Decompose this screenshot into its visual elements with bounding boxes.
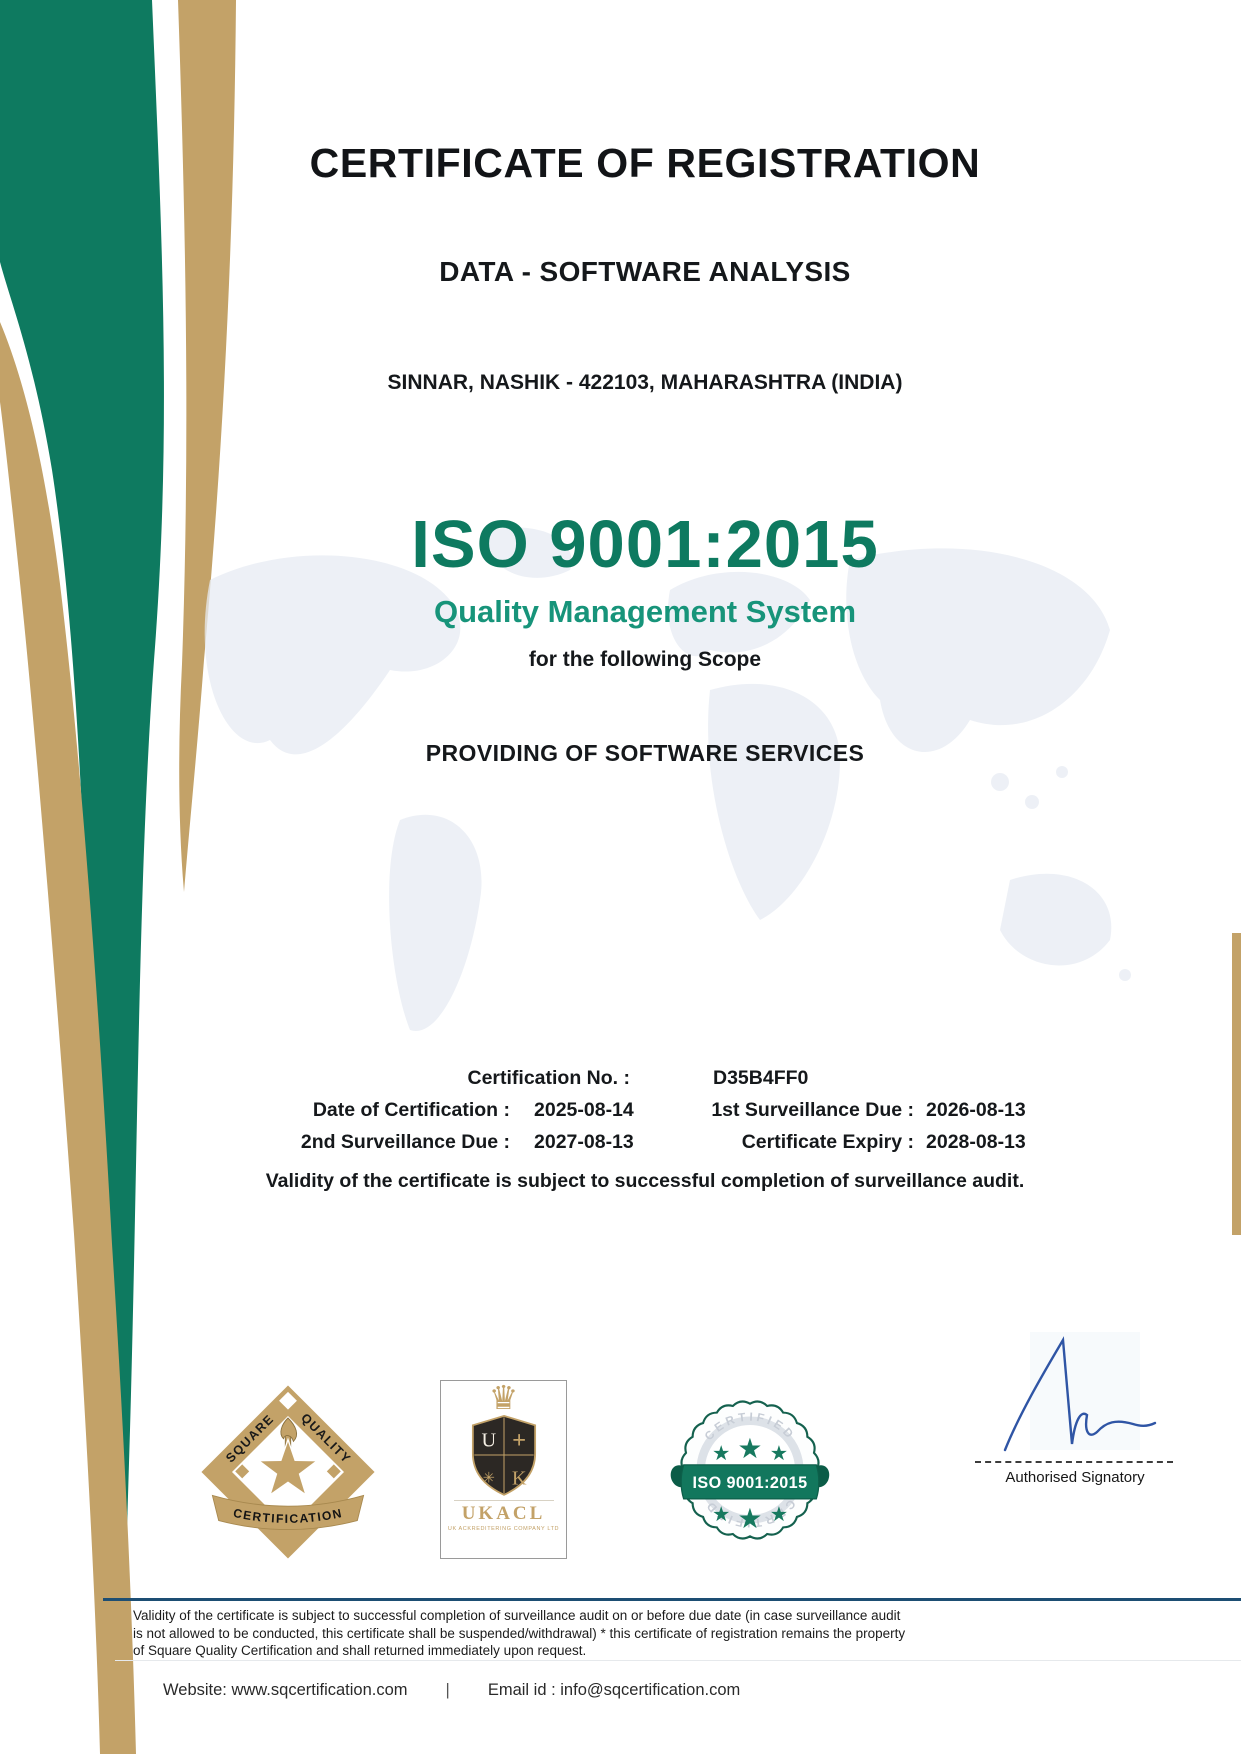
certificate-title: CERTIFICATE OF REGISTRATION [50, 140, 1240, 187]
svg-text:★: ★ [737, 1433, 762, 1464]
svg-text:★: ★ [712, 1443, 730, 1465]
standard-title: ISO 9001:2015 [50, 506, 1240, 583]
certificate-expiry-value: 2028-08-13 [926, 1131, 1026, 1154]
ukacl-divider [454, 1500, 554, 1501]
shield-letter-u: U [481, 1429, 496, 1451]
second-surveillance-value: 2027-08-13 [534, 1131, 684, 1154]
disclaimer-line-3: of Square Quality Certification and shal… [133, 1642, 905, 1660]
authorised-signatory-label: Authorised Signatory [975, 1469, 1175, 1486]
detail-row-certno: Certification No. : D35B4FF0 [225, 1067, 1045, 1090]
signature-block: Authorised Signatory [975, 1332, 1175, 1486]
cert-no-value: D35B4FF0 [630, 1067, 808, 1090]
second-surveillance-label: 2nd Surveillance Due : [225, 1131, 510, 1154]
certification-banner: CERTIFICATION [212, 1495, 363, 1529]
svg-text:★: ★ [737, 1503, 762, 1534]
signature-stroke [975, 1332, 1175, 1454]
detail-row-2: 2nd Surveillance Due : 2027-08-13 Certif… [225, 1131, 1045, 1154]
ukacl-name: UKACL [441, 1503, 566, 1525]
footer-separator [115, 1660, 1241, 1661]
company-address: SINNAR, NASHIK - 422103, MAHARASHTRA (IN… [50, 371, 1240, 395]
iso-seal-badge: CERTIFIED CERTIFIED ★ ★ ★ ★ ★ ★ ISO 9001… [665, 1385, 835, 1555]
date-of-certification-value: 2025-08-14 [534, 1099, 684, 1122]
svg-text:★: ★ [770, 1443, 788, 1465]
validity-note: Validity of the certificate is subject t… [50, 1170, 1240, 1193]
ukacl-subtitle: UK ACKREDITERING COMPANY LTD [441, 1526, 566, 1532]
crown-icon: ♛ [441, 1383, 566, 1413]
disclaimer-line-2: is not allowed to be conducted, this cer… [133, 1625, 905, 1643]
website-text: Website: www.sqcertification.com [163, 1681, 408, 1700]
certification-details: Certification No. : D35B4FF0 Date of Cer… [225, 1058, 1045, 1154]
email-text: Email id : info@sqcertification.com [488, 1681, 740, 1700]
disclaimer-line-1: Validity of the certificate is subject t… [133, 1607, 905, 1625]
footer-disclaimer: Validity of the certificate is subject t… [133, 1607, 905, 1660]
date-of-certification-label: Date of Certification : [225, 1099, 510, 1122]
square-quality-badge: SQUARE QUALITY CERTIFICATION [198, 1382, 378, 1562]
standard-subtitle: Quality Management System [50, 594, 1240, 630]
certificate-expiry-label: Certificate Expiry : [684, 1131, 914, 1154]
seal-ribbon-text: ISO 9001:2015 [692, 1474, 807, 1492]
svg-text:★: ★ [712, 1504, 730, 1526]
shield-letter-k: K [511, 1468, 526, 1490]
contact-divider: | [446, 1681, 450, 1700]
shield-starburst: ✳ [482, 1471, 494, 1487]
signature-line [975, 1461, 1173, 1463]
first-surveillance-value: 2026-08-13 [926, 1099, 1026, 1122]
footer-rule [103, 1598, 1241, 1601]
detail-row-1: Date of Certification : 2025-08-14 1st S… [225, 1099, 1045, 1122]
company-name: DATA - SOFTWARE ANALYSIS [50, 256, 1240, 288]
first-surveillance-label: 1st Surveillance Due : [684, 1099, 914, 1122]
scope-text: PROVIDING OF SOFTWARE SERVICES [50, 740, 1240, 767]
scope-intro: for the following Scope [50, 648, 1240, 672]
ukacl-badge: ♛ U + ✳ K UKACL UK ACKREDITERING COMPANY… [440, 1380, 567, 1559]
certificate-page: { "certificate": { "title": "CERTIFICATE… [0, 0, 1241, 1754]
seal-ribbon: ISO 9001:2015 [671, 1465, 830, 1499]
ukacl-shield: U + ✳ K [461, 1413, 547, 1497]
shield-plus: + [512, 1427, 526, 1454]
diamond-word-square: SQUARE [223, 1412, 277, 1466]
footer-contact-row: Website: www.sqcertification.com | Email… [163, 1681, 740, 1700]
diamond-word-quality: QUALITY [298, 1411, 354, 1467]
svg-text:★: ★ [770, 1504, 788, 1526]
cert-no-label: Certification No. : [225, 1067, 630, 1090]
